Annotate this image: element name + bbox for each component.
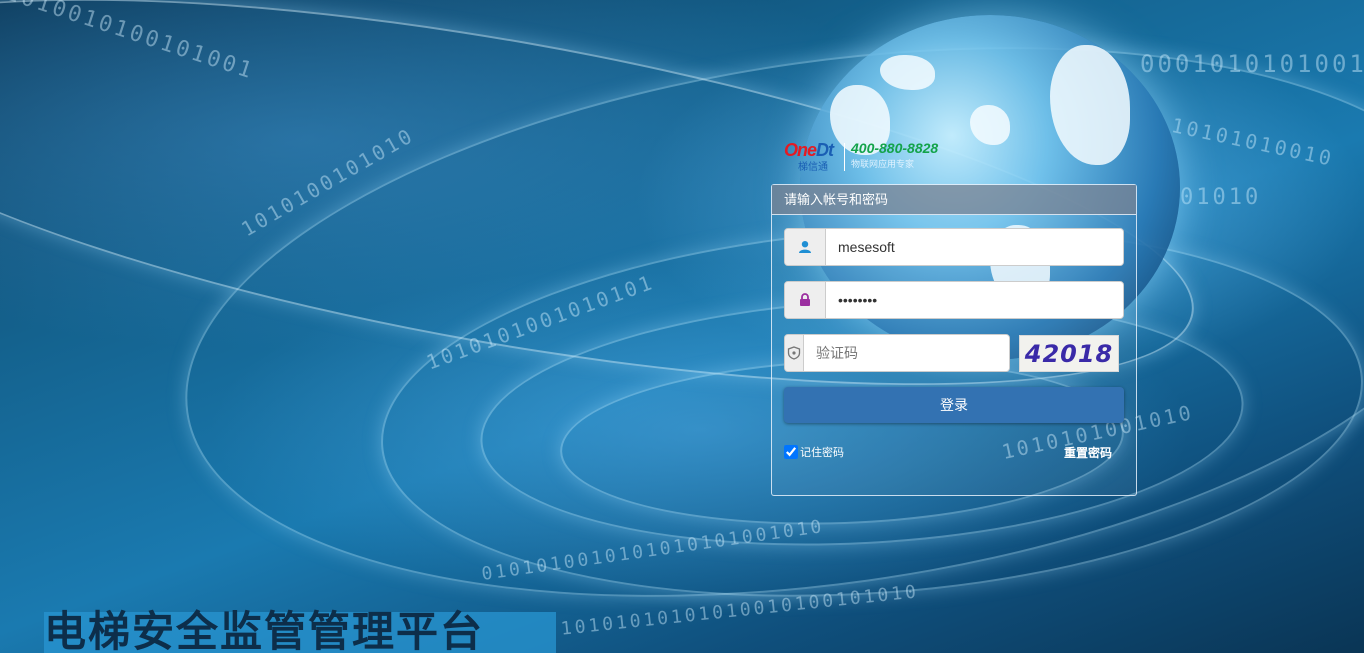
logo-chinese-name: 梯信通	[798, 162, 828, 173]
logo-phone: 400-880-8828	[851, 140, 939, 156]
company-logo: OneDt 梯信通 400-880-8828 物联网应用专家	[784, 140, 938, 176]
login-panel-header: 请输入帐号和密码	[772, 185, 1136, 215]
background-image: 1010010100101001 1010100101010 101010100…	[0, 0, 1364, 653]
user-icon	[785, 229, 826, 265]
logo-divider	[844, 143, 845, 171]
remember-password-checkbox[interactable]	[784, 445, 798, 459]
password-field	[784, 281, 1124, 319]
lock-icon	[785, 282, 826, 318]
captcha-input[interactable]	[804, 335, 1009, 371]
username-field	[784, 228, 1124, 266]
remember-password-label: 记住密码	[800, 447, 844, 459]
captcha-field	[784, 334, 1010, 372]
reset-password-link[interactable]: 重置密码	[1064, 444, 1112, 461]
captcha-image[interactable]: 42018	[1019, 335, 1119, 372]
remember-password[interactable]: 记住密码	[784, 444, 844, 460]
logo-brand: OneDt 梯信通	[784, 140, 842, 173]
login-button[interactable]: 登录	[784, 387, 1124, 423]
username-input[interactable]	[826, 229, 1123, 265]
password-input[interactable]	[826, 282, 1123, 318]
login-panel: 请输入帐号和密码 42018 登录 记	[771, 184, 1137, 496]
page-title: 电梯安全监管管理平台	[44, 607, 485, 656]
shield-icon	[785, 335, 804, 371]
logo-tagline: 物联网应用专家	[851, 159, 915, 169]
